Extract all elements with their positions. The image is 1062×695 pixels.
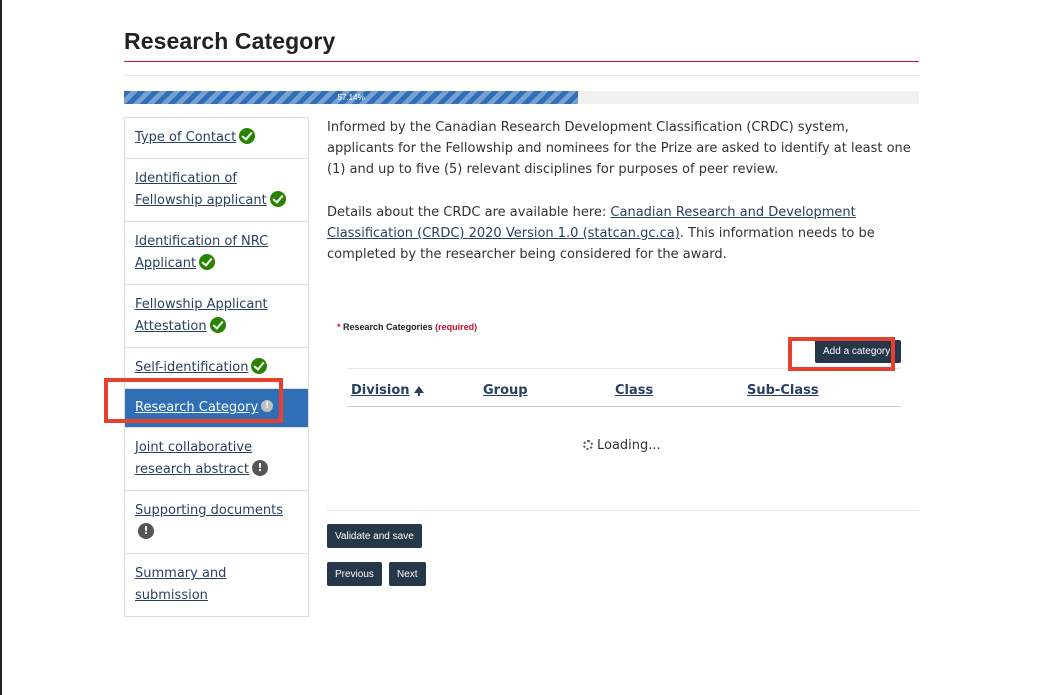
sidebar-item-label: Self-identification xyxy=(135,360,249,375)
title-divider xyxy=(124,61,919,62)
sidebar-item-supporting-documents[interactable]: Supporting documents xyxy=(125,491,308,554)
sidebar-item-label: Identification of Fellowship applicant xyxy=(135,171,267,208)
required-star: * xyxy=(337,322,341,332)
exclamation-icon xyxy=(252,460,269,476)
field-label: Research Categories xyxy=(343,322,433,332)
next-button[interactable]: Next xyxy=(389,562,426,586)
details-text: Details about the CRDC are available her… xyxy=(327,205,611,220)
sidebar-item-joint-abstract[interactable]: Joint collaborative research abstract xyxy=(125,428,308,491)
intro-paragraph: Informed by the Canadian Research Develo… xyxy=(327,120,911,177)
column-header-group[interactable]: Group xyxy=(483,383,528,398)
progress-label: 57.14% xyxy=(337,93,365,102)
table-header-divider xyxy=(347,406,901,407)
research-categories-label: * Research Categories (required) xyxy=(337,322,477,332)
check-icon xyxy=(209,317,226,333)
spinner-icon xyxy=(583,440,593,450)
sidebar-item-label: Research Category xyxy=(135,400,259,415)
column-header-sub-class[interactable]: Sub-Class xyxy=(747,383,819,398)
check-icon xyxy=(239,128,256,144)
sidebar-item-label: Summary and submission xyxy=(135,566,227,603)
divider xyxy=(124,75,919,76)
sidebar-item-identification-nrc[interactable]: Identification of NRC Applicant xyxy=(125,222,308,285)
sidebar-item-label: Joint collaborative research abstract xyxy=(135,440,253,477)
exclamation-icon xyxy=(261,400,274,412)
column-header-division[interactable]: Division xyxy=(351,383,424,398)
crdc-details-paragraph: Details about the CRDC are available her… xyxy=(327,202,919,265)
check-icon xyxy=(269,191,286,207)
main-content: Informed by the Canadian Research Develo… xyxy=(327,117,919,265)
exclamation-icon xyxy=(138,523,154,539)
previous-button[interactable]: Previous xyxy=(327,562,382,586)
sidebar-item-attestation[interactable]: Fellowship Applicant Attestation xyxy=(125,285,308,348)
validate-and-save-button[interactable]: Validate and save xyxy=(327,524,422,548)
check-icon xyxy=(251,358,268,374)
add-category-button[interactable]: Add a category xyxy=(815,340,901,363)
sidebar-item-type-of-contact[interactable]: Type of Contact xyxy=(125,118,308,159)
sidebar-item-research-category[interactable]: Research Category xyxy=(125,389,308,428)
loading-text: Loading... xyxy=(597,438,661,453)
sidebar-item-label: Supporting documents xyxy=(135,503,283,518)
check-icon xyxy=(199,254,216,270)
sidebar-item-summary-submission[interactable]: Summary and submission xyxy=(125,554,308,617)
loading-indicator: Loading... xyxy=(583,438,661,453)
page-title: Research Category xyxy=(124,28,336,54)
sort-ascending-icon xyxy=(413,386,424,396)
sidebar-item-self-identification[interactable]: Self-identification xyxy=(125,348,308,389)
column-header-class[interactable]: Class xyxy=(615,383,653,398)
column-label: Division xyxy=(351,383,410,398)
table-divider xyxy=(347,368,901,369)
section-nav: Type of Contact Identification of Fellow… xyxy=(124,117,309,617)
sidebar-item-label: Type of Contact xyxy=(135,130,237,145)
actions-divider xyxy=(327,510,919,511)
required-text: (required) xyxy=(435,322,478,332)
window-edge xyxy=(0,0,2,695)
sidebar-item-label: Fellowship Applicant Attestation xyxy=(135,297,268,334)
progress-fill: 57.14% xyxy=(124,91,579,104)
progress-bar: 57.14% xyxy=(124,91,919,104)
sidebar-item-identification-fellowship[interactable]: Identification of Fellowship applicant xyxy=(125,159,308,222)
